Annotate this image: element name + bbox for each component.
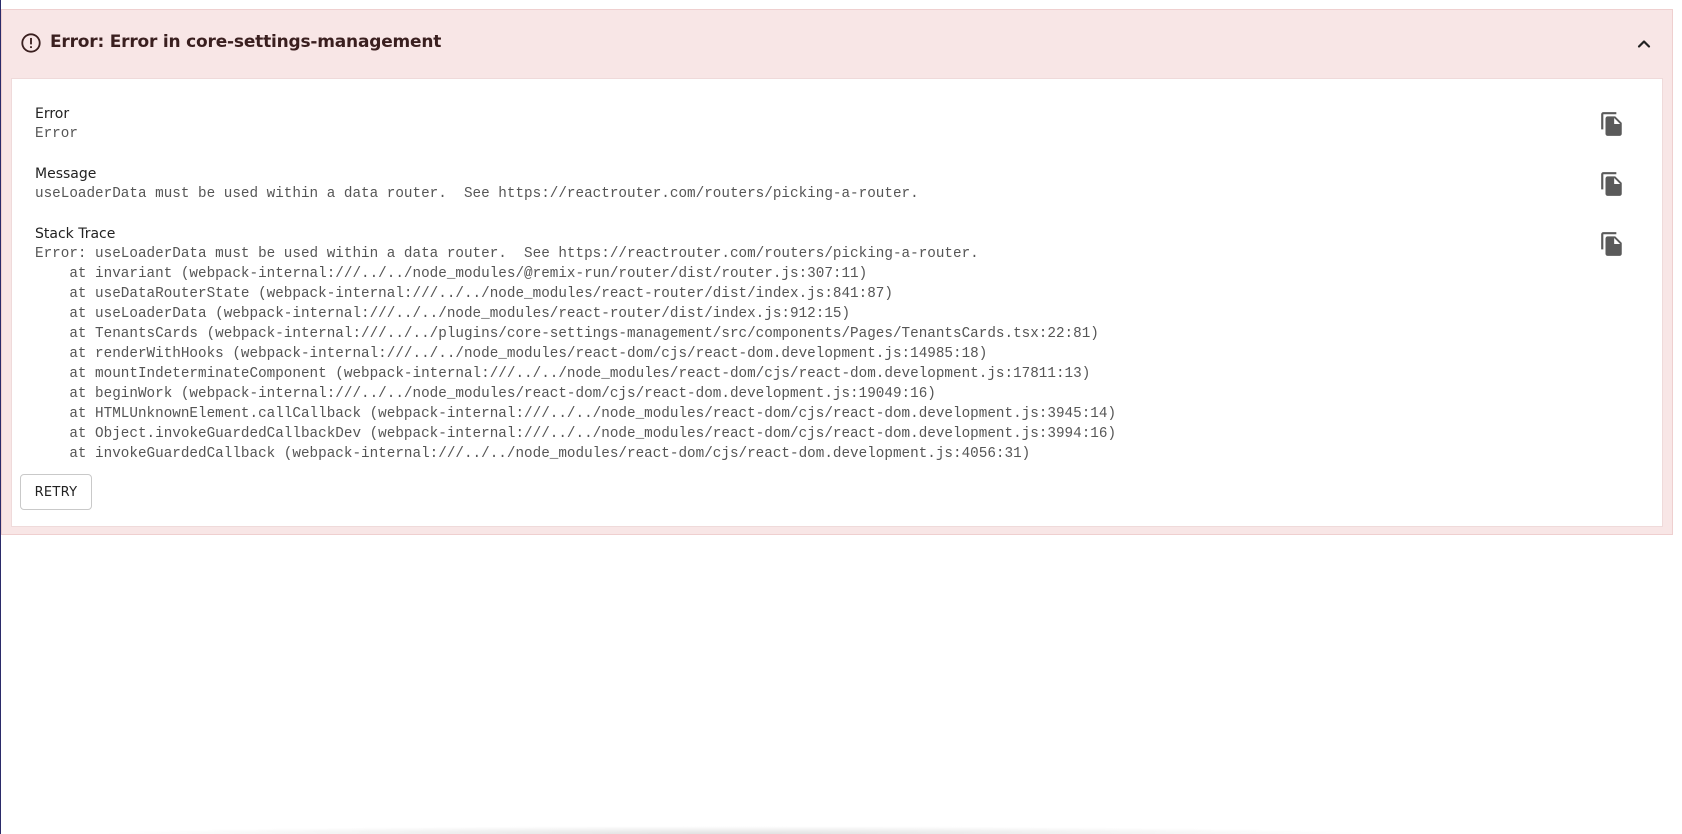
stack-trace-field: Stack Trace Error: useLoaderData must be…: [35, 224, 1116, 464]
message-label: Message: [35, 166, 97, 182]
error-panel: Error: Error in core-settings-management…: [1, 9, 1673, 535]
copy-stack-trace-icon[interactable]: [1599, 230, 1625, 258]
copy-message-icon[interactable]: [1599, 170, 1625, 198]
message-field: Message useLoaderData must be used withi…: [35, 164, 919, 204]
error-title: Error: Error in core-settings-management: [50, 32, 442, 52]
error-value: Error: [35, 126, 78, 142]
chevron-up-icon[interactable]: [1632, 32, 1656, 56]
copy-error-icon[interactable]: [1599, 110, 1625, 138]
error-label: Error: [35, 106, 70, 122]
stack-trace-label: Stack Trace: [35, 226, 116, 242]
bottom-shadow: [90, 826, 1380, 834]
error-panel-header[interactable]: Error: Error in core-settings-management: [2, 10, 1672, 78]
error-details: Error Error Message useLoaderData must b…: [11, 78, 1663, 527]
stack-trace-value: Error: useLoaderData must be used within…: [35, 246, 1117, 462]
message-value: useLoaderData must be used within a data…: [35, 186, 919, 202]
retry-button[interactable]: RETRY: [20, 474, 92, 510]
alert-circle-icon: [21, 33, 41, 53]
error-field: Error Error: [35, 104, 78, 144]
